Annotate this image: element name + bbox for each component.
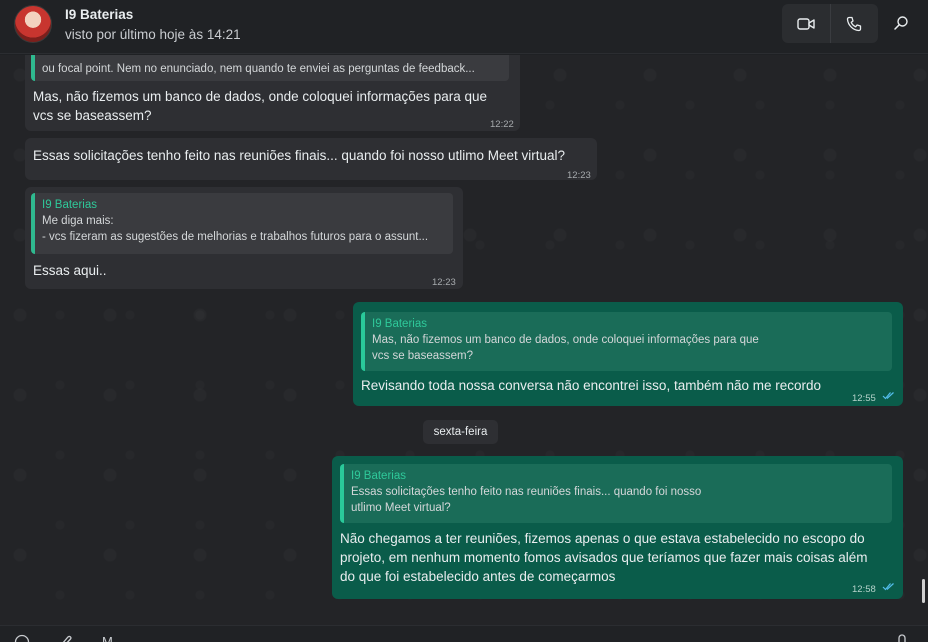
- message-time: 12:23: [432, 277, 456, 288]
- quoted-message[interactable]: I9 Baterias Mas, não fizemos um banco de…: [361, 312, 892, 371]
- read-receipt-icon: [882, 392, 894, 400]
- date-separator: sexta-feira: [423, 420, 498, 444]
- search-button[interactable]: [888, 10, 914, 36]
- message-time: 12:55: [852, 393, 876, 404]
- message-time: 12:22: [490, 119, 514, 130]
- chat-header: I9 Baterias visto por último hoje às 14:…: [0, 0, 928, 54]
- message-incoming[interactable]: Essas solicitações tenho feito nas reuni…: [25, 138, 597, 181]
- message-text: Essas solicitações tenho feito nas reuni…: [33, 148, 566, 163]
- message-outgoing[interactable]: I9 Baterias Mas, não fizemos um banco de…: [353, 302, 903, 406]
- contact-avatar[interactable]: [14, 5, 52, 43]
- quoted-message-author: I9 Baterias: [42, 199, 97, 211]
- quoted-message[interactable]: I9 Baterias Essas solicitações tenho fei…: [340, 464, 892, 523]
- message-incoming[interactable]: ou focal point. Nem no enunciado, nem qu…: [25, 55, 520, 131]
- quoted-message-author: I9 Baterias: [351, 470, 406, 482]
- quoted-message-text: ou focal point. Nem no enunciado, nem qu…: [42, 63, 475, 75]
- message-input-placeholder[interactable]: M: [102, 634, 113, 642]
- quoted-message-text: Me diga mais: - vcs fizeram as sugestões…: [42, 215, 429, 243]
- video-call-button[interactable]: [782, 4, 830, 43]
- message-text: Revisando toda nossa conversa não encont…: [361, 378, 822, 393]
- composer-bar: M: [0, 625, 928, 642]
- voice-call-button[interactable]: [829, 4, 879, 43]
- quoted-message[interactable]: I9 Baterias Me diga mais: - vcs fizeram …: [31, 193, 453, 254]
- attach-icon[interactable]: [58, 634, 74, 642]
- message-text: Não chegamos a ter reuniões, fizemos ape…: [340, 531, 868, 584]
- message-time: 12:58: [852, 584, 876, 595]
- message-list[interactable]: ou focal point. Nem no enunciado, nem qu…: [0, 55, 928, 625]
- contact-last-seen: visto por último hoje às 14:21: [65, 27, 241, 42]
- quoted-message-author: I9 Baterias: [372, 318, 427, 330]
- contact-name[interactable]: I9 Baterias: [65, 7, 133, 22]
- call-button-group: [782, 4, 878, 43]
- message-time: 12:23: [567, 170, 591, 181]
- emoji-icon[interactable]: [14, 634, 30, 642]
- microphone-icon[interactable]: [896, 634, 908, 642]
- quoted-message-text: Mas, não fizemos um banco de dados, onde…: [372, 334, 759, 362]
- message-text: Essas aqui..: [33, 263, 107, 278]
- read-receipt-icon: [882, 583, 894, 591]
- search-icon: [894, 16, 908, 30]
- quoted-message-text: Essas solicitações tenho feito nas reuni…: [351, 486, 702, 514]
- message-outgoing[interactable]: I9 Baterias Essas solicitações tenho fei…: [332, 456, 903, 599]
- voice-call-icon: [847, 16, 862, 31]
- message-incoming[interactable]: I9 Baterias Me diga mais: - vcs fizeram …: [25, 187, 463, 289]
- scrollbar-thumb[interactable]: [922, 579, 925, 603]
- message-text: Mas, não fizemos um banco de dados, onde…: [33, 89, 488, 123]
- quoted-message[interactable]: ou focal point. Nem no enunciado, nem qu…: [31, 55, 509, 81]
- video-call-icon: [797, 17, 815, 30]
